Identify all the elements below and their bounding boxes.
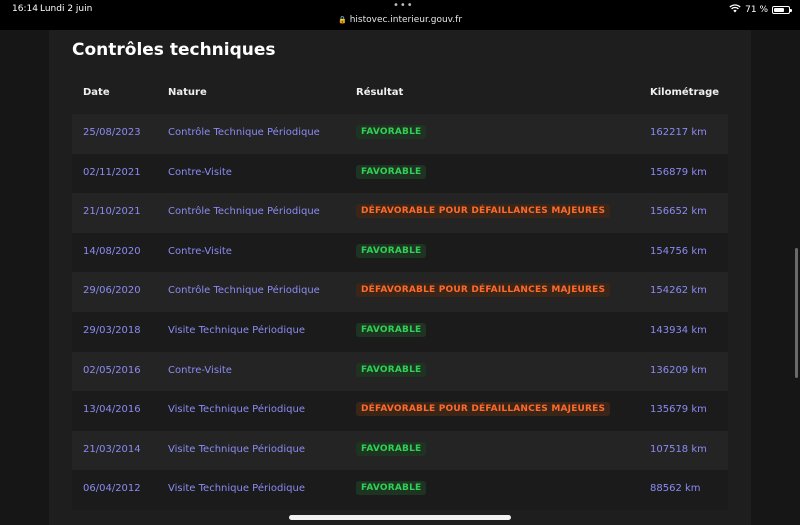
cell-date: 06/04/2012 [83, 483, 141, 495]
result-badge: FAVORABLE [356, 362, 427, 377]
more-dots-icon[interactable]: ••• [393, 0, 414, 11]
cell-date: 25/08/2023 [83, 127, 141, 138]
cell-nature: Visite Technique Périodique [168, 324, 305, 336]
page-title: Contrôles techniques [72, 40, 276, 60]
battery-icon [772, 6, 792, 14]
address-url: histovec.interieur.gouv.fr [349, 15, 463, 25]
header-nature: Nature [168, 87, 207, 98]
home-indicator[interactable] [289, 515, 511, 520]
result-badge: FAVORABLE [356, 243, 427, 258]
cell-mileage: 143934 km [650, 324, 707, 336]
header-mileage: Kilométrage [650, 87, 720, 98]
table-row: 13/04/2016 Visite Technique Périodique DÉF… [72, 391, 728, 431]
cell-mileage: 162217 km [650, 127, 707, 138]
cell-date: 21/10/2021 [83, 206, 141, 218]
cell-nature: Contrôle Technique Périodique [168, 206, 320, 218]
page: Contrôles techniques Date Nature Résulta… [0, 30, 800, 525]
cell-nature: Contre-Visite [168, 166, 232, 178]
cell-mileage: 88562 km [650, 483, 701, 495]
cell-date: 02/11/2021 [83, 166, 141, 178]
scrollbar[interactable] [795, 248, 798, 378]
status-date: Lundi 2 juin [40, 4, 93, 14]
lock-icon: 🔒 [337, 16, 347, 24]
table-row: 21/03/2014 Visite Technique Périodique FAV… [72, 430, 728, 471]
cell-mileage: 154756 km [650, 245, 707, 257]
table-body: 25/08/2023 Contrôle Technique Périodique F… [72, 114, 728, 510]
cell-date: 29/03/2018 [83, 324, 141, 336]
result-badge: FAVORABLE [356, 125, 427, 139]
table-header: Date Nature Résultat Kilométrage [72, 82, 728, 115]
cell-nature: Visite Technique Périodique [168, 443, 305, 455]
result-badge: FAVORABLE [356, 441, 427, 456]
address-bar[interactable]: 🔒 histovec.interieur.gouv.fr [0, 15, 800, 25]
cell-mileage: 136209 km [650, 364, 707, 376]
cell-nature: Contrôle Technique Périodique [168, 285, 320, 297]
table-row: 21/10/2021 Contrôle Technique Périodique D… [72, 193, 728, 233]
result-badge: FAVORABLE [356, 322, 427, 337]
cell-date: 02/05/2016 [83, 364, 141, 376]
result-badge: DÉFAVORABLE POUR DÉFAILLANCES MAJEURES [356, 204, 611, 219]
cell-nature: Contre-Visite [168, 364, 232, 376]
result-badge: DÉFAVORABLE POUR DÉFAILLANCES MAJEURES [356, 283, 611, 298]
cell-nature: Contre-Visite [168, 245, 232, 257]
cell-nature: Visite Technique Périodique [168, 404, 305, 416]
table-row: 25/08/2023 Contrôle Technique Périodique F… [72, 114, 728, 154]
table-row: 14/08/2020 Contre-Visite FAVORABLE 154756 k… [72, 232, 728, 273]
table-row: 02/11/2021 Contre-Visite FAVORABLE 156879 k… [72, 153, 728, 194]
cell-mileage: 156879 km [650, 166, 707, 178]
result-badge: FAVORABLE [356, 481, 427, 496]
cell-mileage: 107518 km [650, 443, 707, 455]
cell-mileage: 154262 km [650, 285, 707, 297]
cell-date: 13/04/2016 [83, 404, 141, 416]
wifi-icon [729, 4, 741, 16]
cell-nature: Visite Technique Périodique [168, 483, 305, 495]
cell-date: 14/08/2020 [83, 245, 141, 257]
table-row: 29/03/2018 Visite Technique Périodique FAV… [72, 311, 728, 352]
cell-date: 29/06/2020 [83, 285, 141, 297]
cell-mileage: 156652 km [650, 206, 707, 218]
status-time: 16:14 [12, 4, 38, 14]
cell-nature: Contrôle Technique Périodique [168, 127, 320, 138]
table-row: 06/04/2012 Visite Technique Périodique FAV… [72, 470, 728, 510]
status-right: 71 % [729, 4, 792, 16]
table-row: 29/06/2020 Contrôle Technique Périodique D… [72, 272, 728, 312]
cell-mileage: 135679 km [650, 404, 707, 416]
header-result: Résultat [356, 87, 404, 98]
battery-percent: 71 % [745, 5, 768, 15]
header-date: Date [83, 87, 110, 98]
result-badge: DÉFAVORABLE POUR DÉFAILLANCES MAJEURES [356, 402, 611, 417]
result-badge: FAVORABLE [356, 164, 427, 179]
status-bar: 16:14 Lundi 2 juin ••• 🔒 histovec.interie… [0, 0, 800, 30]
technical-controls-panel: Contrôles techniques Date Nature Résulta… [49, 30, 751, 525]
table-row: 02/05/2016 Contre-Visite FAVORABLE 136209 k… [72, 351, 728, 392]
cell-date: 21/03/2014 [83, 443, 141, 455]
